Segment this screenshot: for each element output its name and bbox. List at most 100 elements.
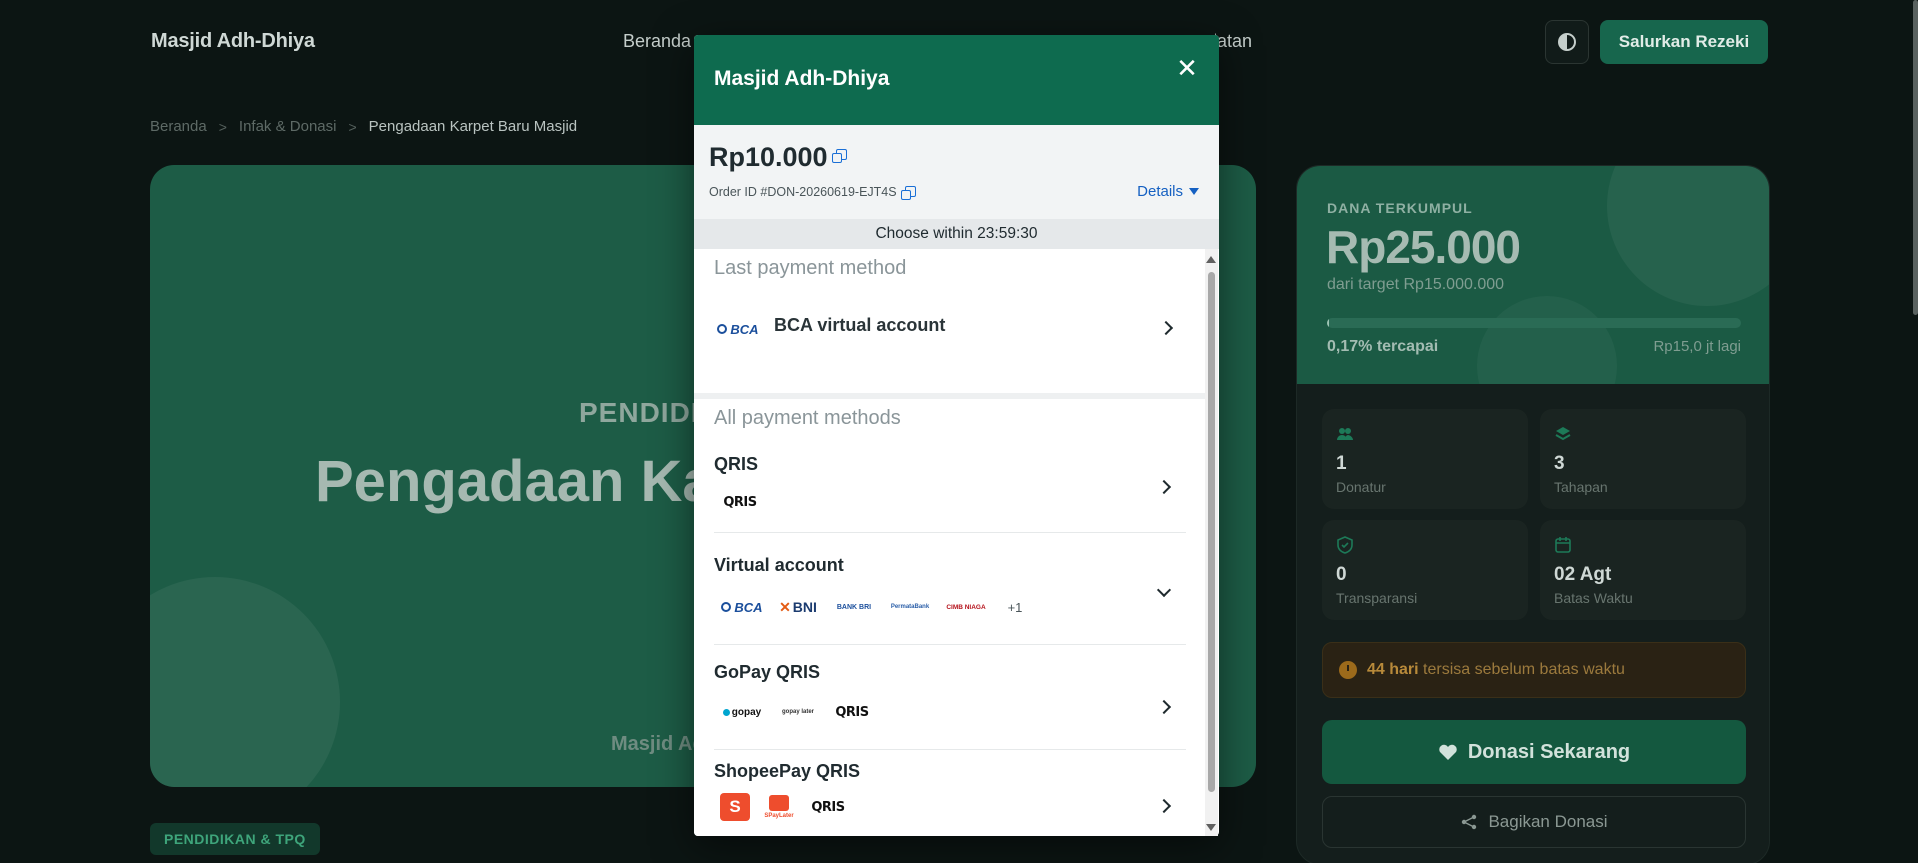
- section-last-method: Last payment method: [714, 257, 907, 279]
- fund-label: DANA TERKUMPUL: [1327, 200, 1473, 216]
- gopay-logo: gopay: [720, 702, 764, 722]
- bni-logo: ✕ BNI: [779, 598, 817, 616]
- progress-remaining: Rp15,0 jt lagi: [1653, 338, 1741, 355]
- shopeepay-logo: S: [720, 793, 750, 821]
- method-gopay-qris[interactable]: GoPay QRIS gopay gopay later QRIS: [714, 654, 1186, 750]
- method-logos: BCA ✕ BNI BANK BRI PermataBank CIMB NIAGA…: [720, 597, 1030, 617]
- breadcrumb-current: Pengadaan Karpet Baru Masjid: [368, 118, 578, 135]
- stat-label: Tahapan: [1554, 479, 1608, 495]
- order-id-text: Order ID #DON-20260619-EJT4S: [709, 185, 897, 199]
- chevron-right-icon: [1156, 479, 1172, 495]
- modal-title: Masjid Adh-Dhiya: [714, 67, 890, 90]
- method-logos: QRIS: [720, 492, 760, 512]
- decorative-circle: [1477, 296, 1617, 384]
- method-name: Virtual account: [714, 555, 844, 575]
- order-id: Order ID #DON-20260619-EJT4S: [709, 185, 916, 201]
- layers-icon: [1554, 425, 1572, 443]
- breadcrumb-beranda[interactable]: Beranda: [150, 118, 207, 135]
- progress-fill: [1327, 318, 1330, 328]
- scroll-up-arrow[interactable]: [1206, 256, 1216, 263]
- scroll-down-arrow[interactable]: [1206, 824, 1216, 831]
- donate-now-button[interactable]: Donasi Sekarang: [1322, 720, 1746, 784]
- amount-text: Rp10.000: [709, 142, 828, 172]
- method-name: QRIS: [714, 454, 759, 474]
- stat-donatur: 1 Donatur: [1322, 409, 1528, 509]
- spaylater-logo: SPayLater: [762, 793, 796, 821]
- details-label: Details: [1137, 183, 1183, 200]
- bca-logo: BCA: [720, 597, 764, 617]
- stat-tahapan: 3 Tahapan: [1540, 409, 1746, 509]
- last-method-bca[interactable]: BCA BCA virtual account: [694, 297, 1206, 357]
- decorative-circle: [150, 577, 340, 787]
- method-virtual-account[interactable]: Virtual account BCA ✕ BNI BANK BRI Permat…: [714, 547, 1186, 645]
- section-all-methods: All payment methods: [714, 407, 901, 429]
- order-summary: Rp10.000 Order ID #DON-20260619-EJT4S De…: [694, 125, 1219, 219]
- stat-label: Batas Waktu: [1554, 590, 1633, 606]
- more-banks-count: +1: [1007, 599, 1023, 615]
- copy-icon[interactable]: [831, 149, 847, 164]
- fund-target: dari target Rp15.000.000: [1327, 276, 1505, 293]
- chevron-right-icon: >: [218, 118, 227, 135]
- page-scrollbar[interactable]: [1913, 0, 1918, 315]
- donate-label: Donasi Sekarang: [1467, 740, 1631, 763]
- users-icon: [1336, 425, 1354, 443]
- theme-toggle-button[interactable]: [1545, 20, 1589, 64]
- progress-bar: [1327, 318, 1741, 328]
- breadcrumb-infak[interactable]: Infak & Donasi: [239, 118, 337, 135]
- salurkan-rezeki-button[interactable]: Salurkan Rezeki: [1600, 20, 1768, 64]
- details-toggle[interactable]: Details: [1137, 183, 1199, 200]
- cimb-logo: CIMB NIAGA: [946, 603, 986, 611]
- brand-logo[interactable]: Masjid Adh-Dhiya: [151, 30, 315, 53]
- fund-card: DANA TERKUMPUL Rp25.000 dari target Rp15…: [1296, 165, 1770, 863]
- chevron-right-icon: [1156, 798, 1172, 814]
- method-logos: S SPayLater QRIS: [720, 793, 848, 821]
- method-name: BCA virtual account: [774, 315, 946, 335]
- bca-logo: BCA: [716, 319, 760, 339]
- clock-icon: [1339, 661, 1357, 679]
- caret-down-icon: [1189, 188, 1199, 195]
- decorative-circle: [1607, 166, 1769, 306]
- permata-logo: PermataBank: [890, 604, 930, 610]
- fund-summary: DANA TERKUMPUL Rp25.000 dari target Rp15…: [1297, 166, 1769, 384]
- method-qris[interactable]: QRIS QRIS: [714, 444, 1186, 533]
- method-logos: gopay gopay later QRIS: [720, 702, 872, 722]
- deadline-days: 44 hari: [1367, 661, 1419, 678]
- breadcrumb: Beranda > Infak & Donasi > Pengadaan Kar…: [150, 118, 577, 135]
- share-donation-button[interactable]: Bagikan Donasi: [1322, 796, 1746, 848]
- copy-icon[interactable]: [900, 186, 916, 201]
- stat-label: Transparansi: [1336, 590, 1418, 606]
- stat-value: 3: [1554, 453, 1565, 474]
- payment-method-list: Last payment method BCA BCA virtual acco…: [694, 249, 1206, 836]
- deadline-text: tersisa sebelum batas waktu: [1423, 661, 1625, 678]
- category-badge: PENDIDIKAN & TPQ: [150, 823, 320, 855]
- order-amount: Rp10.000: [709, 142, 847, 173]
- nav-beranda[interactable]: Beranda: [623, 31, 691, 52]
- stat-value: 02 Agt: [1554, 564, 1612, 585]
- close-icon[interactable]: ✕: [1172, 53, 1202, 83]
- stat-value: 0: [1336, 564, 1347, 585]
- payment-modal: Masjid Adh-Dhiya ✕ Rp10.000 Order ID #DO…: [694, 35, 1219, 836]
- heart-icon: [1439, 744, 1457, 760]
- chevron-right-icon: >: [348, 118, 357, 135]
- calendar-icon: [1554, 536, 1572, 554]
- gopay-later-logo: gopay later: [781, 709, 814, 715]
- chevron-right-icon: [1158, 320, 1174, 336]
- fund-value: Rp25.000: [1326, 221, 1521, 273]
- qris-logo: QRIS: [723, 494, 757, 510]
- stat-value: 1: [1336, 453, 1347, 474]
- deadline-notice: 44 hari tersisa sebelum batas waktu: [1322, 642, 1746, 698]
- qris-logo: QRIS: [835, 704, 869, 720]
- payment-timer: Choose within 23:59:30: [694, 219, 1219, 249]
- shield-check-icon: [1336, 536, 1354, 554]
- progress-percent: 0,17% tercapai: [1327, 338, 1439, 355]
- modal-header: Masjid Adh-Dhiya ✕: [694, 35, 1219, 125]
- method-shopeepay-qris[interactable]: ShopeePay QRIS S SPayLater QRIS: [714, 757, 1186, 836]
- chevron-right-icon: [1156, 699, 1172, 715]
- stat-transparansi: 0 Transparansi: [1322, 520, 1528, 620]
- bri-logo: BANK BRI: [836, 603, 872, 611]
- modal-scrollbar-thumb[interactable]: [1208, 272, 1215, 792]
- stat-label: Donatur: [1336, 479, 1386, 495]
- qris-logo: QRIS: [811, 799, 845, 815]
- stat-batas-waktu: 02 Agt Batas Waktu: [1540, 520, 1746, 620]
- share-icon: [1462, 814, 1477, 830]
